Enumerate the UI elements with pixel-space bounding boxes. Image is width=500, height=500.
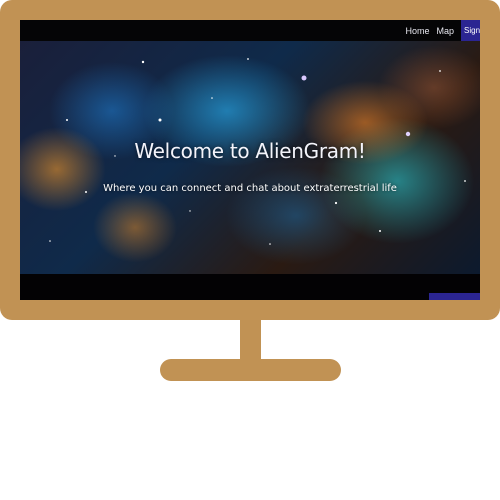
navbar: Home Map Sign Up — [20, 20, 480, 41]
hero-banner: Welcome to AlienGram! Where you can conn… — [20, 41, 480, 274]
accent-bar — [429, 293, 480, 300]
nav-links: Home Map Sign Up — [405, 20, 480, 41]
nav-link-map[interactable]: Map — [436, 26, 454, 36]
hero-title: Welcome to AlienGram! — [134, 139, 366, 163]
nav-signup-button[interactable]: Sign Up — [461, 20, 480, 41]
content-area — [20, 274, 480, 300]
monitor-frame: Home Map Sign Up — [0, 0, 500, 320]
hero-subtitle: Where you can connect and chat about ext… — [103, 183, 397, 194]
monitor-stand — [160, 359, 341, 381]
nav-link-home[interactable]: Home — [405, 26, 429, 36]
monitor-neck — [240, 318, 261, 363]
screen: Home Map Sign Up — [20, 20, 480, 300]
